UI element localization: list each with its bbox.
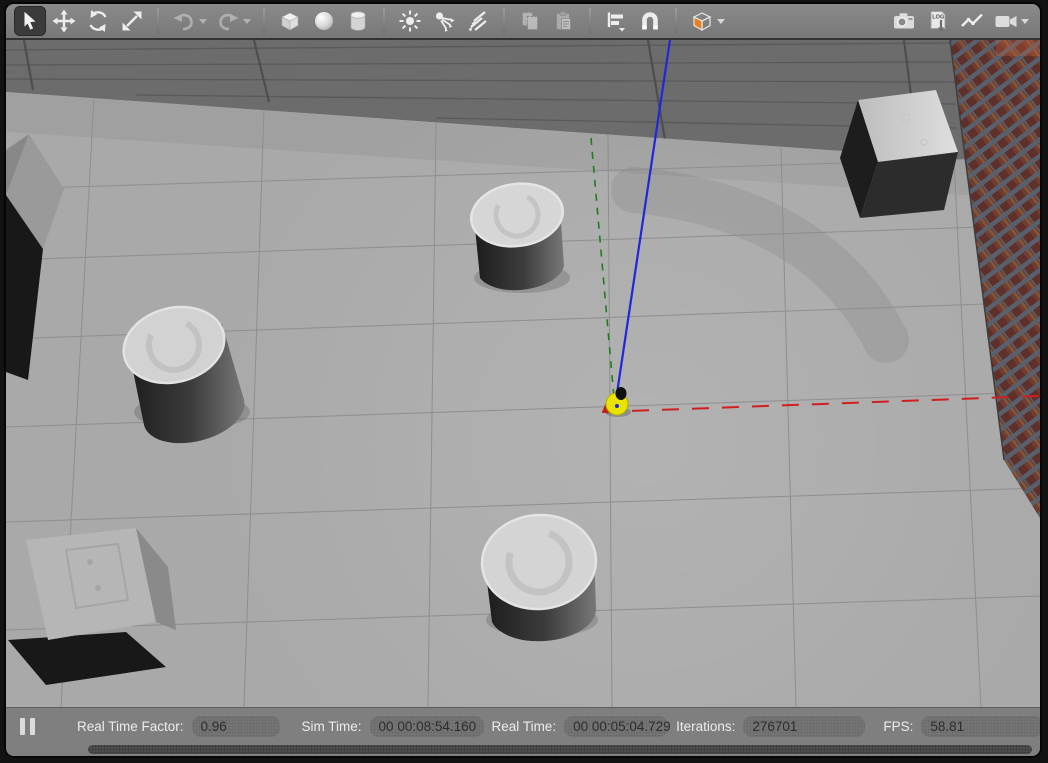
- snap-button[interactable]: [634, 6, 666, 36]
- pause-button[interactable]: [18, 716, 37, 737]
- horizontal-scrollbar[interactable]: [88, 745, 1032, 754]
- video-camera-icon: [993, 9, 1019, 33]
- record-log-button[interactable]: LOG: [922, 6, 954, 36]
- cursor-icon: [19, 10, 41, 32]
- toolbar-separator: [675, 8, 677, 34]
- insert-sphere-button[interactable]: [308, 6, 340, 36]
- record-video-button[interactable]: [990, 6, 1022, 36]
- undo-icon: [172, 9, 196, 33]
- rotate-tool-button[interactable]: [82, 6, 114, 36]
- log-icon: LOG: [925, 9, 951, 33]
- view-angle-cube-icon: [690, 9, 714, 33]
- main-toolbar: LOG: [6, 4, 1040, 40]
- screenshot-button[interactable]: [888, 6, 920, 36]
- plot-button[interactable]: [956, 6, 988, 36]
- real-time-label: Real Time:: [492, 719, 557, 734]
- redo-icon: [216, 9, 240, 33]
- plot-icon: [959, 9, 985, 33]
- sphere-icon: [312, 9, 336, 33]
- 3d-viewport[interactable]: [6, 40, 1040, 707]
- pause-icon: [30, 718, 35, 735]
- sim-time-label: Sim Time:: [302, 719, 362, 734]
- iterations-value: 276701: [743, 716, 865, 737]
- chevron-down-icon[interactable]: [1021, 19, 1029, 24]
- align-icon: [604, 9, 628, 33]
- rotate-icon: [86, 9, 110, 33]
- iterations-label: Iterations:: [676, 719, 735, 734]
- box-icon: [278, 9, 302, 33]
- pause-icon: [20, 718, 25, 735]
- paste-icon: [552, 9, 576, 33]
- fps-value: 58.81: [921, 716, 1042, 737]
- align-button[interactable]: [600, 6, 632, 36]
- toolbar-separator: [503, 8, 505, 34]
- fps-label: FPS:: [883, 719, 913, 734]
- spot-light-button[interactable]: [428, 6, 460, 36]
- copy-button[interactable]: [514, 6, 546, 36]
- insert-box-button[interactable]: [274, 6, 306, 36]
- real-time-value: 00 00:05:04.729: [564, 716, 668, 737]
- render-viewport[interactable]: [6, 40, 1040, 707]
- chevron-down-icon[interactable]: [717, 19, 725, 24]
- toolbar-separator: [263, 8, 265, 34]
- cylinder-obstacle-bottom[interactable]: [479, 511, 599, 641]
- chevron-down-icon[interactable]: [243, 19, 251, 24]
- magnet-icon: [638, 9, 662, 33]
- select-tool-button[interactable]: [14, 6, 46, 36]
- simulation-statusbar: Real Time Factor: 0.96 Sim Time: 00 00:0…: [6, 707, 1040, 744]
- real-time-factor-value: 0.96: [192, 716, 280, 737]
- paste-button[interactable]: [548, 6, 580, 36]
- cylinder-icon: [346, 9, 370, 33]
- gazebo-window: LOG: [4, 2, 1042, 758]
- log-icon-label: LOG: [932, 15, 944, 21]
- toolbar-separator: [383, 8, 385, 34]
- point-light-icon: [398, 9, 422, 33]
- toolbar-separator: [157, 8, 159, 34]
- point-light-button[interactable]: [394, 6, 426, 36]
- chevron-down-icon[interactable]: [199, 19, 207, 24]
- directional-light-icon: [466, 9, 490, 33]
- undo-button[interactable]: [168, 6, 200, 36]
- toolbar-separator: [589, 8, 591, 34]
- move-icon: [52, 9, 76, 33]
- directional-light-button[interactable]: [462, 6, 494, 36]
- spot-light-icon: [432, 9, 456, 33]
- view-angle-button[interactable]: [686, 6, 718, 36]
- sim-time-value: 00 00:08:54.160: [370, 716, 484, 737]
- crate-top-right[interactable]: [840, 90, 958, 218]
- insert-cylinder-button[interactable]: [342, 6, 374, 36]
- scale-icon: [120, 9, 144, 33]
- scale-tool-button[interactable]: [116, 6, 148, 36]
- real-time-factor-label: Real Time Factor:: [77, 719, 184, 734]
- translate-tool-button[interactable]: [48, 6, 80, 36]
- redo-button[interactable]: [212, 6, 244, 36]
- copy-icon: [518, 9, 542, 33]
- bottom-scroll-row: [6, 744, 1040, 757]
- camera-icon: [891, 9, 917, 33]
